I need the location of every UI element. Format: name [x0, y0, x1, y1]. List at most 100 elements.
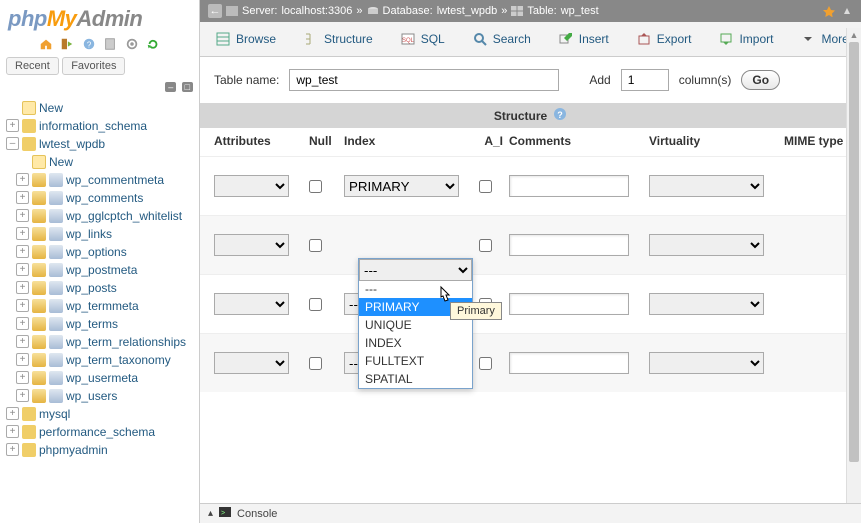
collapse-minus-icon[interactable]: – — [165, 82, 176, 92]
virtuality-select[interactable] — [649, 175, 764, 197]
tree-table[interactable]: +wp_posts — [6, 279, 197, 297]
index-option-fulltext[interactable]: FULLTEXT — [359, 352, 472, 370]
attributes-select[interactable] — [214, 175, 289, 197]
attributes-select[interactable] — [214, 352, 289, 374]
expand-icon[interactable]: + — [16, 227, 29, 240]
expand-icon[interactable]: + — [16, 299, 29, 312]
tree-new[interactable]: New — [6, 99, 197, 117]
scroll-up-icon[interactable]: ▲ — [847, 28, 861, 42]
scroll-thumb[interactable] — [849, 42, 859, 462]
index-dropdown-open[interactable]: --- --- PRIMARY UNIQUE INDEX FULLTEXT SP… — [358, 258, 473, 389]
database-icon — [22, 443, 36, 457]
expand-icon[interactable]: + — [16, 389, 29, 402]
breadcrumb-table[interactable]: wp_test — [561, 5, 599, 17]
expand-icon[interactable]: + — [16, 353, 29, 366]
virtuality-select[interactable] — [649, 234, 764, 256]
tree-table[interactable]: +wp_commentmeta — [6, 171, 197, 189]
breadcrumb-db[interactable]: lwtest_wpdb — [437, 5, 498, 17]
attributes-select[interactable] — [214, 293, 289, 315]
index-option-spatial[interactable]: SPATIAL — [359, 370, 472, 388]
search-button[interactable]: Search — [463, 26, 541, 52]
tree-table[interactable]: +wp_terms — [6, 315, 197, 333]
tree-table[interactable]: +wp_users — [6, 387, 197, 405]
expand-icon[interactable]: + — [6, 425, 19, 438]
comments-input[interactable] — [509, 175, 629, 197]
ai-checkbox[interactable] — [479, 180, 492, 193]
console-bar[interactable]: ▴ > Console — [200, 503, 861, 523]
tree-db-mysql[interactable]: +mysql — [6, 405, 197, 423]
nav-back-icon[interactable]: ← — [208, 4, 222, 18]
virtuality-select[interactable] — [649, 293, 764, 315]
sql-button[interactable]: SQLSQL — [391, 26, 455, 52]
ai-checkbox[interactable] — [479, 239, 492, 252]
reload-icon[interactable] — [146, 37, 160, 51]
expand-icon[interactable]: + — [16, 191, 29, 204]
chevron-up-icon[interactable]: ▴ — [208, 508, 213, 519]
tree-table[interactable]: +wp_comments — [6, 189, 197, 207]
tab-recent[interactable]: Recent — [6, 57, 59, 75]
collapse-icon[interactable]: – — [6, 137, 19, 150]
export-button[interactable]: Export — [627, 26, 702, 52]
index-option-index[interactable]: INDEX — [359, 334, 472, 352]
tree-table[interactable]: +wp_postmeta — [6, 261, 197, 279]
tree-table[interactable]: +wp_options — [6, 243, 197, 261]
expand-icon[interactable]: + — [16, 245, 29, 258]
tree-db-phpmyadmin[interactable]: +phpmyadmin — [6, 441, 197, 459]
breadcrumb-table-label: Table: — [527, 5, 556, 17]
tree-db-performance-schema[interactable]: +performance_schema — [6, 423, 197, 441]
tree-table[interactable]: +wp_gglcptch_whitelist — [6, 207, 197, 225]
comments-input[interactable] — [509, 352, 629, 374]
comments-input[interactable] — [509, 293, 629, 315]
tree-table[interactable]: +wp_termmeta — [6, 297, 197, 315]
exit-icon[interactable] — [60, 37, 74, 51]
ai-checkbox[interactable] — [479, 357, 492, 370]
expand-icon[interactable]: + — [16, 263, 29, 276]
expand-icon[interactable]: + — [16, 173, 29, 186]
virtuality-select[interactable] — [649, 352, 764, 374]
expand-icon[interactable]: + — [6, 407, 19, 420]
table-name-input[interactable] — [289, 69, 559, 91]
index-select-open[interactable]: --- — [359, 259, 472, 281]
attributes-select[interactable] — [214, 234, 289, 256]
expand-icon[interactable]: + — [6, 443, 19, 456]
expand-icon[interactable]: + — [16, 371, 29, 384]
null-checkbox[interactable] — [309, 180, 322, 193]
settings-icon[interactable] — [125, 37, 139, 51]
favorite-icon[interactable] — [823, 5, 835, 17]
index-option-none[interactable]: --- — [359, 280, 472, 298]
tree-db-lwtest-wpdb[interactable]: –lwtest_wpdb — [6, 135, 197, 153]
tree-table[interactable]: +wp_term_taxonomy — [6, 351, 197, 369]
docs-icon[interactable] — [103, 37, 117, 51]
tab-favorites[interactable]: Favorites — [62, 57, 125, 75]
import-button[interactable]: Import — [709, 26, 783, 52]
null-checkbox[interactable] — [309, 239, 322, 252]
page-up-icon[interactable] — [841, 5, 853, 17]
expand-icon[interactable]: + — [6, 119, 19, 132]
breadcrumb-server[interactable]: localhost:3306 — [281, 5, 352, 17]
add-columns-count-input[interactable] — [621, 69, 669, 91]
logo[interactable]: phpMyAdmin — [0, 0, 199, 34]
comments-input[interactable] — [509, 234, 629, 256]
tree-table[interactable]: +wp_term_relationships — [6, 333, 197, 351]
collapse-box-icon[interactable]: □ — [182, 82, 193, 92]
tree-table-new[interactable]: New — [6, 153, 197, 171]
null-checkbox[interactable] — [309, 298, 322, 311]
null-checkbox[interactable] — [309, 357, 322, 370]
structure-button[interactable]: Structure — [294, 26, 383, 52]
tree-db-information-schema[interactable]: +information_schema — [6, 117, 197, 135]
index-select[interactable]: PRIMARY — [344, 175, 459, 197]
insert-button[interactable]: Insert — [549, 26, 619, 52]
expand-icon[interactable]: + — [16, 317, 29, 330]
help-icon[interactable]: ? — [553, 107, 567, 124]
browse-button[interactable]: Browse — [206, 26, 286, 52]
home-icon[interactable] — [39, 37, 53, 51]
expand-icon[interactable]: + — [16, 281, 29, 294]
go-button[interactable]: Go — [741, 70, 780, 90]
vertical-scrollbar[interactable]: ▲ ▼ — [846, 28, 861, 523]
expand-icon[interactable]: + — [16, 209, 29, 222]
column-headers-row: Attributes Null Index A_I Comments Virtu… — [200, 128, 861, 156]
tree-table[interactable]: +wp_links — [6, 225, 197, 243]
help-icon[interactable]: ? — [82, 37, 96, 51]
expand-icon[interactable]: + — [16, 335, 29, 348]
tree-table[interactable]: +wp_usermeta — [6, 369, 197, 387]
